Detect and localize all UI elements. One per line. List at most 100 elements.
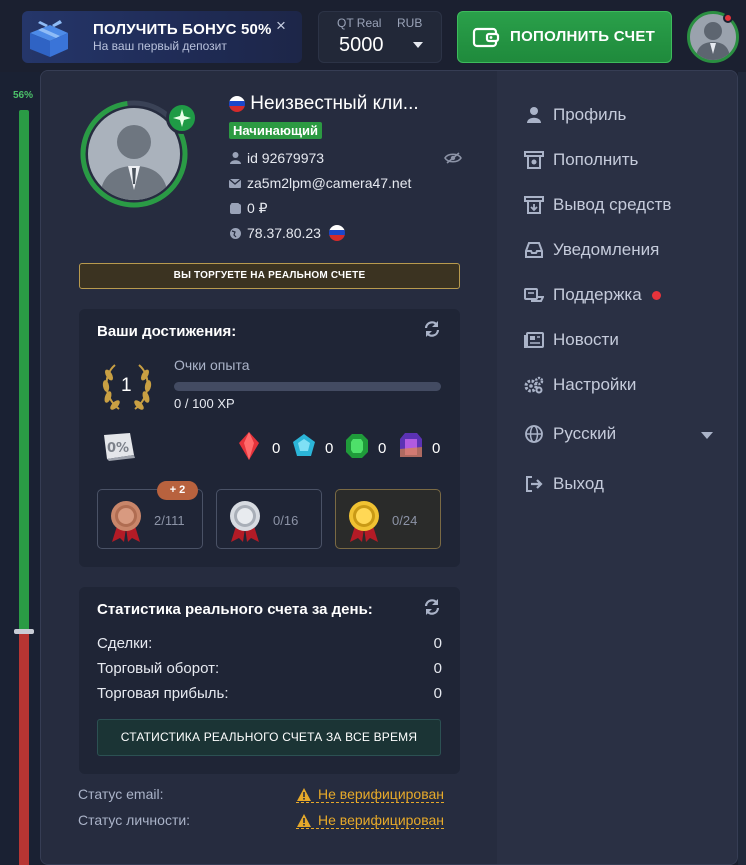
email-row: za5m2lpm@camera47.net — [229, 175, 411, 191]
stat-label: Торговый оборот: — [97, 660, 220, 677]
refresh-icon[interactable] — [423, 598, 441, 616]
chart-background-right — [738, 72, 746, 865]
globe-small-icon — [229, 226, 241, 240]
eye-off-icon[interactable] — [444, 152, 462, 164]
sparkle-icon — [166, 102, 198, 134]
notification-dot — [723, 13, 733, 23]
account-selector[interactable]: QT Real RUB 5000 — [318, 11, 442, 63]
xp-label: Очки опыта — [174, 357, 250, 373]
stat-row-profit: Торговая прибыль: 0 — [97, 685, 442, 702]
silver-medal[interactable]: 0/16 — [216, 489, 322, 549]
bonus-title: ПОЛУЧИТЬ БОНУС 50% — [93, 21, 272, 38]
menu-item-support[interactable]: Поддержка — [523, 281, 661, 309]
identity-status-text: Не верифицирован — [318, 812, 445, 828]
refresh-icon[interactable] — [423, 320, 441, 338]
real-account-banner: ВЫ ТОРГУЕТЕ НА РЕАЛЬНОМ СЧЕТЕ — [79, 263, 460, 289]
identity-status-link[interactable]: Не верифицирован — [296, 812, 445, 829]
achievements-title: Ваши достижения: — [97, 323, 237, 340]
profile-name-row: Неизвестный кли... — [229, 93, 419, 115]
blue-gem-value: 0 — [325, 440, 334, 457]
warning-icon — [297, 787, 311, 801]
xp-progress-bar — [174, 382, 441, 391]
profile-menu: Профиль Пополнить Вывод средств Уведомле… — [497, 71, 737, 864]
email-status-link[interactable]: Не верифицирован — [296, 786, 445, 803]
menu-item-label: Русский — [553, 424, 617, 443]
account-type-label: QT Real — [337, 16, 382, 30]
logout-icon — [523, 473, 545, 495]
wallet-small-icon — [229, 202, 241, 216]
user-id: id 92679973 — [247, 150, 325, 166]
menu-item-profile[interactable]: Профиль — [523, 101, 626, 129]
bronze-medal-value: 2/111 — [154, 513, 185, 528]
envelope-icon — [229, 176, 241, 190]
menu-item-news[interactable]: Новости — [523, 326, 619, 354]
menu-item-label: Профиль — [553, 105, 627, 124]
inbox-icon — [523, 239, 545, 261]
profile-avatar[interactable] — [79, 99, 198, 209]
silver-medal-icon — [230, 501, 260, 542]
gold-medal-icon — [349, 501, 379, 542]
sentiment-splitter — [14, 629, 34, 634]
notification-dot — [651, 290, 661, 300]
flag-ru-icon — [328, 225, 345, 241]
purple-gem-value: 0 — [432, 440, 441, 457]
daily-stats-card: Статистика реального счета за день: Сдел… — [79, 587, 460, 774]
menu-item-label: Поддержка — [553, 285, 642, 304]
bronze-medal-badge: + 2 — [157, 481, 198, 500]
all-time-stats-button[interactable]: СТАТИСТИКА РЕАЛЬНОГО СЧЕТА ЗА ВСЕ ВРЕМЯ — [97, 719, 441, 756]
menu-item-logout[interactable]: Выход — [523, 470, 604, 498]
sentiment-bar-up — [19, 110, 29, 632]
deposit-button[interactable]: ПОПОЛНИТЬ СЧЕТ — [457, 11, 672, 63]
gift-icon — [30, 20, 68, 57]
bonus-banner[interactable]: ПОЛУЧИТЬ БОНУС 50% На ваш первый депозит… — [22, 11, 302, 63]
globe-icon — [523, 423, 545, 445]
email-status-text: Не верифицирован — [318, 786, 445, 802]
user-email: za5m2lpm@camera47.net — [247, 175, 412, 191]
red-gem-icon — [239, 432, 259, 460]
account-balance: 5000 — [339, 34, 384, 56]
top-bar: ПОЛУЧИТЬ БОНУС 50% На ваш первый депозит… — [0, 0, 746, 72]
menu-item-settings[interactable]: Настройки — [523, 371, 636, 399]
chevron-down-icon[interactable] — [701, 432, 713, 439]
menu-item-notifications[interactable]: Уведомления — [523, 236, 659, 264]
achievements-card: Ваши достижения: 1 Очки опыта 0 / 100 XP… — [79, 309, 460, 567]
user-ip: 78.37.80.23 — [247, 225, 321, 241]
bonus-subtitle: На ваш первый депозит — [93, 39, 227, 53]
email-status-row: Статус email: Не верифицирован — [78, 786, 460, 803]
wallet-icon — [472, 27, 500, 48]
identity-status-row: Статус личности: Не верифицирован — [78, 812, 460, 829]
sentiment-percent: 56% — [13, 90, 34, 101]
close-icon[interactable]: × — [276, 17, 286, 34]
identity-status-label: Статус личности: — [78, 812, 191, 828]
ip-row: 78.37.80.23 — [229, 225, 345, 241]
deposit-icon — [523, 149, 545, 171]
user-icon — [523, 104, 545, 126]
stat-value: 0 — [433, 660, 442, 677]
menu-item-withdraw[interactable]: Вывод средств — [523, 191, 671, 219]
level-number: 1 — [121, 375, 132, 396]
menu-item-label: Пополнить — [553, 150, 639, 169]
warning-icon — [297, 813, 311, 827]
red-gem-value: 0 — [272, 440, 281, 457]
user-icon — [229, 151, 241, 165]
discount-text: 0% — [107, 441, 129, 456]
stat-value: 0 — [433, 685, 442, 702]
stat-label: Торговая прибыль: — [97, 685, 229, 702]
menu-item-label: Выход — [553, 474, 604, 493]
user-balance: 0 ₽ — [247, 200, 268, 216]
green-gem-value: 0 — [378, 440, 387, 457]
support-icon — [523, 284, 545, 306]
green-gem-icon — [346, 434, 368, 458]
chevron-down-icon — [413, 42, 423, 48]
balance-row: 0 ₽ — [229, 200, 268, 217]
email-status-label: Статус email: — [78, 786, 164, 802]
stat-row-deals: Сделки: 0 — [97, 635, 442, 652]
discount-icon: 0% — [101, 431, 137, 461]
gold-medal[interactable]: 0/24 — [335, 489, 441, 549]
menu-item-language[interactable]: Русский — [523, 420, 616, 448]
level-badge: Начинающий — [229, 122, 322, 139]
bronze-medal-icon — [111, 501, 141, 542]
menu-item-label: Уведомления — [553, 240, 660, 259]
menu-item-deposit[interactable]: Пополнить — [523, 146, 638, 174]
flag-ru-icon — [229, 95, 245, 112]
